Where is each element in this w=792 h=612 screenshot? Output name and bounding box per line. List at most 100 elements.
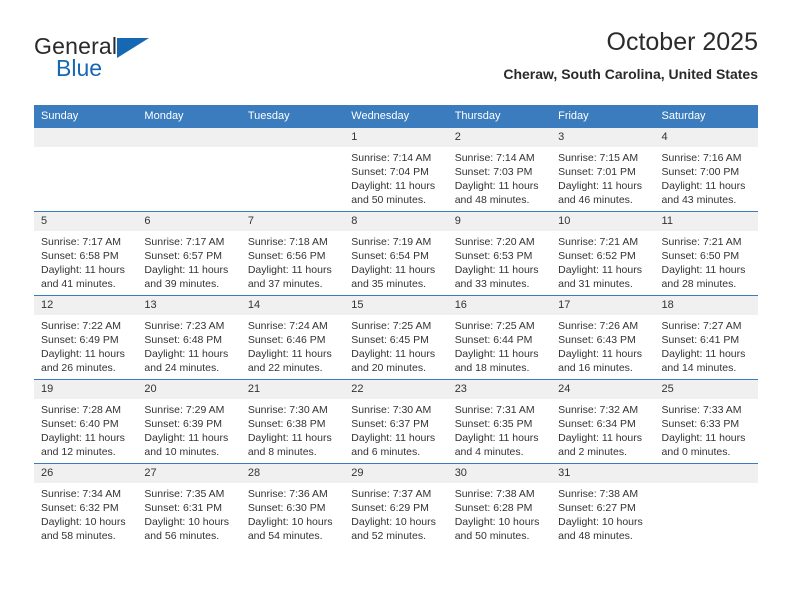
sunrise-text: Sunrise: 7:18 AM — [247, 236, 328, 248]
daylight-text-line2: and 50 minutes. — [454, 530, 530, 542]
daylight-text-line2: and 39 minutes. — [144, 278, 220, 290]
weekday-header-friday: Friday — [551, 105, 655, 128]
calendar-day-cell[interactable]: 5 Sunrise: 7:17 AM Sunset: 6:58 PM Daylight… — [34, 211, 138, 296]
page-subtitle: Cheraw, South Carolina, United States — [503, 66, 758, 82]
sunset-text: Sunset: 6:50 PM — [661, 250, 740, 262]
calendar-day-cell[interactable]: 26 Sunrise: 7:34 AM Sunset: 6:32 PM Dayligh… — [34, 463, 138, 547]
daylight-text-line1: Daylight: 11 hours — [247, 348, 332, 360]
calendar-day-cell[interactable]: 6 Sunrise: 7:17 AM Sunset: 6:57 PM Daylight… — [137, 211, 241, 296]
calendar-day-cell[interactable]: 8 Sunrise: 7:19 AM Sunset: 6:54 PM Daylight… — [344, 211, 448, 296]
calendar-day-cell[interactable]: 16 Sunrise: 7:25 AM Sunset: 6:44 PM Dayligh… — [447, 295, 552, 380]
sunset-text: Sunset: 6:40 PM — [41, 418, 119, 430]
calendar-day-cell[interactable]: 3 Sunrise: 7:15 AM Sunset: 7:01 PM Daylight… — [551, 127, 655, 212]
daylight-text-line1: Daylight: 11 hours — [247, 264, 332, 276]
weekday-header-tuesday: Tuesday — [240, 105, 345, 128]
day-number: 20 — [137, 380, 241, 399]
daylight-text-line1: Daylight: 11 hours — [41, 264, 125, 276]
day-details: Sunrise: 7:14 AM Sunset: 7:04 PM Daylight:… — [344, 147, 447, 207]
day-details: Sunrise: 7:33 AM Sunset: 6:33 PM Daylight:… — [655, 399, 758, 459]
calendar-header-row: Sunday Monday Tuesday Wednesday Thursday… — [34, 105, 758, 128]
day-details: Sunrise: 7:38 AM Sunset: 6:27 PM Daylight:… — [551, 483, 654, 543]
calendar-day-cell[interactable]: 21 Sunrise: 7:30 AM Sunset: 6:38 PM Dayligh… — [240, 379, 345, 464]
calendar-day-cell[interactable]: 4 Sunrise: 7:16 AM Sunset: 7:00 PM Daylight… — [654, 127, 758, 212]
sunset-text: Sunset: 6:41 PM — [661, 334, 740, 346]
calendar-day-cell[interactable]: 27 Sunrise: 7:35 AM Sunset: 6:31 PM Dayligh… — [137, 463, 241, 547]
weekday-header-wednesday: Wednesday — [344, 105, 448, 128]
calendar-day-cell[interactable]: 17 Sunrise: 7:26 AM Sunset: 6:43 PM Dayligh… — [551, 295, 655, 380]
daylight-text-line1: Daylight: 10 hours — [454, 516, 540, 528]
sunset-text: Sunset: 6:37 PM — [351, 418, 429, 430]
day-number: 21 — [240, 380, 345, 399]
sunrise-text: Sunrise: 7:26 AM — [558, 320, 639, 332]
logo-secondary-text: Blue — [56, 55, 103, 81]
daylight-text-line2: and 33 minutes. — [454, 278, 530, 290]
calendar-day-cell[interactable]: 1 Sunrise: 7:14 AM Sunset: 7:04 PM Daylight… — [344, 127, 448, 212]
sunrise-text: Sunrise: 7:38 AM — [454, 488, 535, 500]
calendar-day-cell[interactable]: 22 Sunrise: 7:30 AM Sunset: 6:37 PM Dayligh… — [344, 379, 448, 464]
day-details: Sunrise: 7:38 AM Sunset: 6:28 PM Daylight:… — [448, 483, 551, 543]
calendar-day-cell[interactable]: 9 Sunrise: 7:20 AM Sunset: 6:53 PM Daylight… — [447, 211, 552, 296]
sunset-text: Sunset: 6:38 PM — [247, 418, 326, 430]
daylight-text-line2: and 14 minutes. — [661, 362, 737, 374]
daylight-text-line1: Daylight: 11 hours — [558, 432, 642, 444]
calendar-day-cell[interactable]: 7 Sunrise: 7:18 AM Sunset: 6:56 PM Daylight… — [240, 211, 345, 296]
daylight-text-line1: Daylight: 11 hours — [661, 180, 746, 192]
calendar-day-cell[interactable]: 10 Sunrise: 7:21 AM Sunset: 6:52 PM Dayligh… — [551, 211, 655, 296]
daylight-text-line1: Daylight: 11 hours — [41, 348, 125, 360]
day-details: Sunrise: 7:26 AM Sunset: 6:43 PM Daylight:… — [551, 315, 654, 375]
calendar-body: 1 Sunrise: 7:14 AM Sunset: 7:04 PM Daylight… — [34, 127, 758, 547]
sunrise-text: Sunrise: 7:30 AM — [351, 404, 432, 416]
calendar-day-cell[interactable]: 14 Sunrise: 7:24 AM Sunset: 6:46 PM Dayligh… — [240, 295, 345, 380]
sunrise-text: Sunrise: 7:21 AM — [661, 236, 742, 248]
daylight-text-line1: Daylight: 10 hours — [144, 516, 230, 528]
brand-logo[interactable]: General Blue — [34, 34, 214, 90]
daylight-text-line2: and 22 minutes. — [247, 362, 323, 374]
calendar-day-cell[interactable]: 20 Sunrise: 7:29 AM Sunset: 6:39 PM Dayligh… — [137, 379, 241, 464]
calendar-day-cell[interactable]: 2 Sunrise: 7:14 AM Sunset: 7:03 PM Daylight… — [447, 127, 552, 212]
daylight-text-line2: and 18 minutes. — [454, 362, 530, 374]
calendar-day-cell[interactable]: 30 Sunrise: 7:38 AM Sunset: 6:28 PM Dayligh… — [447, 463, 552, 547]
daylight-text-line1: Daylight: 11 hours — [454, 180, 539, 192]
calendar-day-cell[interactable]: 18 Sunrise: 7:27 AM Sunset: 6:41 PM Dayligh… — [654, 295, 758, 380]
sunrise-text: Sunrise: 7:23 AM — [144, 320, 225, 332]
daylight-text-line2: and 52 minutes. — [351, 530, 426, 542]
daylight-text-line2: and 28 minutes. — [661, 278, 737, 290]
sunrise-text: Sunrise: 7:14 AM — [351, 152, 432, 164]
day-number: 15 — [344, 296, 448, 315]
day-number: 31 — [551, 464, 655, 483]
daylight-text-line1: Daylight: 11 hours — [661, 264, 746, 276]
day-number: 5 — [34, 212, 138, 231]
calendar-day-cell[interactable]: 28 Sunrise: 7:36 AM Sunset: 6:30 PM Dayligh… — [240, 463, 345, 547]
calendar-day-cell[interactable]: 19 Sunrise: 7:28 AM Sunset: 6:40 PM Dayligh… — [34, 379, 138, 464]
daylight-text-line1: Daylight: 10 hours — [247, 516, 333, 528]
daylight-text-line2: and 24 minutes. — [144, 362, 220, 374]
calendar-day-cell[interactable]: 31 Sunrise: 7:38 AM Sunset: 6:27 PM Dayligh… — [551, 463, 655, 547]
calendar-day-cell[interactable]: 11 Sunrise: 7:21 AM Sunset: 6:50 PM Dayligh… — [654, 211, 758, 296]
day-details: Sunrise: 7:23 AM Sunset: 6:48 PM Daylight:… — [137, 315, 240, 375]
daylight-text-line2: and 41 minutes. — [41, 278, 116, 290]
calendar-day-cell[interactable]: 25 Sunrise: 7:33 AM Sunset: 6:33 PM Dayligh… — [654, 379, 758, 464]
calendar-day-cell[interactable]: 23 Sunrise: 7:31 AM Sunset: 6:35 PM Dayligh… — [447, 379, 552, 464]
calendar-day-cell[interactable]: 15 Sunrise: 7:25 AM Sunset: 6:45 PM Dayligh… — [344, 295, 448, 380]
sunset-text: Sunset: 7:01 PM — [558, 166, 636, 178]
sunset-text: Sunset: 6:54 PM — [351, 250, 429, 262]
daylight-text-line2: and 37 minutes. — [247, 278, 323, 290]
day-details: Sunrise: 7:21 AM Sunset: 6:52 PM Daylight:… — [551, 231, 654, 291]
calendar-grid: Sunday Monday Tuesday Wednesday Thursday… — [34, 105, 758, 547]
calendar-day-cell[interactable]: 29 Sunrise: 7:37 AM Sunset: 6:29 PM Dayligh… — [344, 463, 448, 547]
sunset-text: Sunset: 6:27 PM — [558, 502, 636, 514]
sunset-text: Sunset: 6:48 PM — [144, 334, 223, 346]
day-number: 17 — [551, 296, 655, 315]
sunrise-text: Sunrise: 7:25 AM — [351, 320, 432, 332]
calendar-day-cell[interactable]: 13 Sunrise: 7:23 AM Sunset: 6:48 PM Dayligh… — [137, 295, 241, 380]
calendar-week-row: 1 Sunrise: 7:14 AM Sunset: 7:04 PM Daylight… — [34, 127, 758, 212]
day-details: Sunrise: 7:24 AM Sunset: 6:46 PM Daylight:… — [241, 315, 344, 375]
calendar-day-cell[interactable]: 24 Sunrise: 7:32 AM Sunset: 6:34 PM Dayligh… — [551, 379, 655, 464]
calendar-day-cell[interactable]: 12 Sunrise: 7:22 AM Sunset: 6:49 PM Dayligh… — [34, 295, 138, 380]
daylight-text-line1: Daylight: 11 hours — [454, 348, 539, 360]
calendar-day-cell-empty — [654, 463, 758, 547]
page-title: October 2025 — [606, 28, 759, 56]
daylight-text-line1: Daylight: 11 hours — [558, 264, 642, 276]
day-number: 24 — [551, 380, 655, 399]
sunset-text: Sunset: 6:57 PM — [144, 250, 223, 262]
